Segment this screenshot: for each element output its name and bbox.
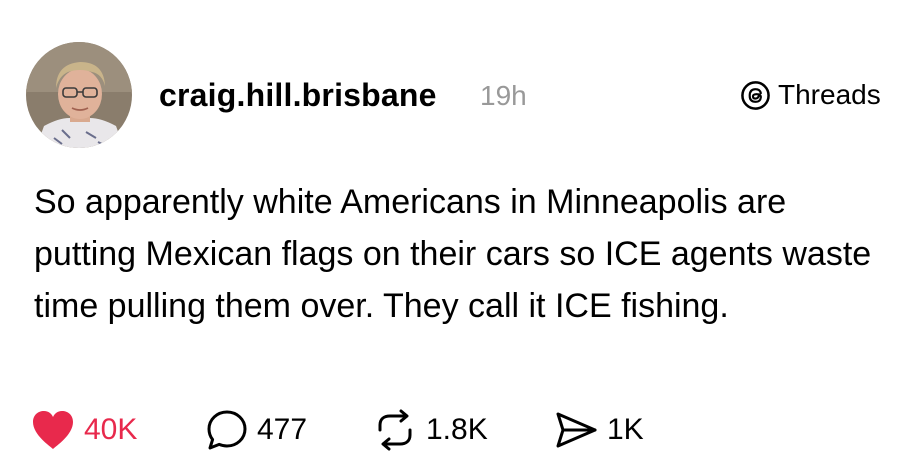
repost-count: 1.8K <box>426 413 488 446</box>
avatar-photo <box>26 42 132 148</box>
repost-button[interactable]: 1.8K <box>372 400 488 460</box>
share-count: 1K <box>607 413 644 446</box>
heart-icon <box>33 411 73 449</box>
like-count: 40K <box>84 413 138 446</box>
post-text: So apparently white Americans in Minneap… <box>34 183 872 325</box>
like-button[interactable]: 40K <box>30 400 137 460</box>
comment-bubble-icon <box>207 410 247 450</box>
post-actions: 40K 477 1.8K 1K <box>0 400 922 460</box>
share-button[interactable]: 1K <box>553 400 644 460</box>
post-timestamp: 19h <box>480 80 527 111</box>
username[interactable]: craig.hill.brisbane <box>159 77 437 114</box>
send-icon <box>556 412 597 448</box>
threads-logo-icon <box>741 80 770 110</box>
threads-post: craig.hill.brisbane 19h Threads So appar… <box>0 0 922 471</box>
avatar[interactable] <box>26 42 132 148</box>
reply-count: 477 <box>257 413 308 446</box>
repost-icon <box>378 409 412 451</box>
threads-brand: Threads <box>740 79 881 111</box>
threads-brand-label: Threads <box>778 79 881 110</box>
reply-button[interactable]: 477 <box>205 400 307 460</box>
